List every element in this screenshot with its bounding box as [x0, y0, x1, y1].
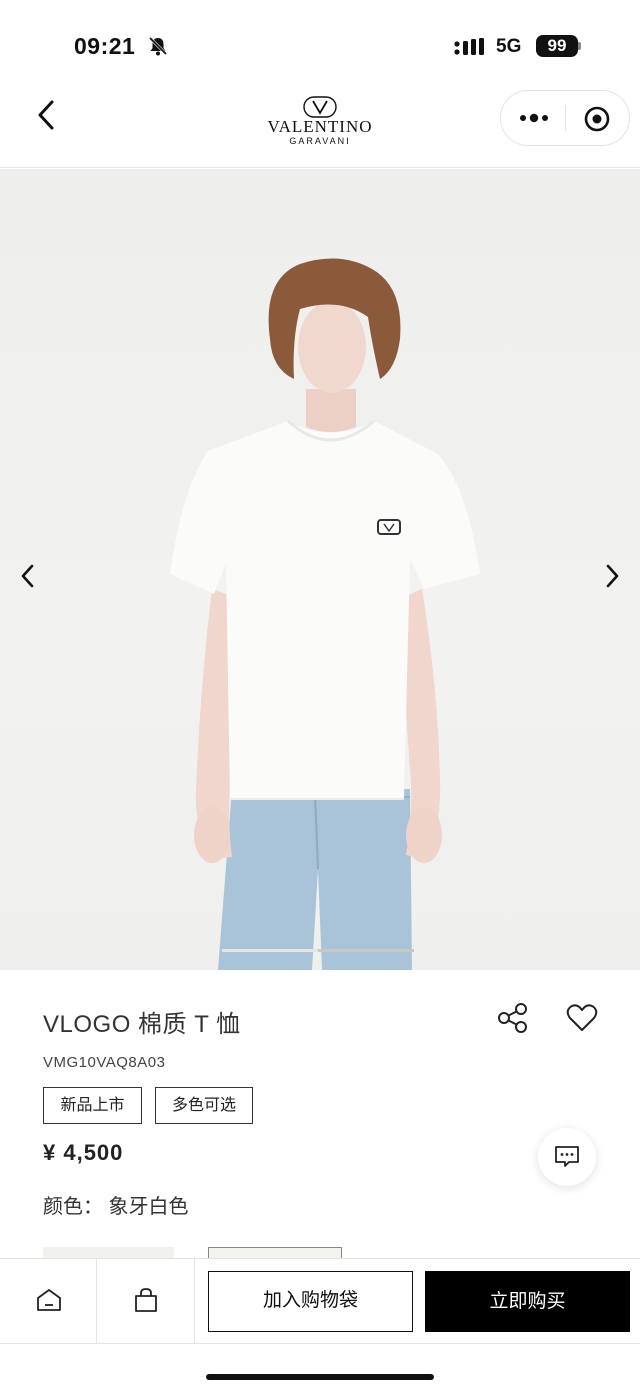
product-image-gallery[interactable] [0, 169, 640, 970]
chat-button[interactable] [538, 1128, 596, 1186]
brand-name: VALENTINO [267, 117, 373, 136]
buy-now-button[interactable]: 立即购买 [425, 1271, 630, 1332]
gallery-progress-fill [222, 949, 318, 952]
network-type: 5G [496, 36, 522, 57]
gallery-progress-track [222, 949, 414, 952]
home-indicator [206, 1374, 434, 1380]
bag-button[interactable] [97, 1259, 195, 1343]
bag-icon [135, 1288, 157, 1312]
chat-icon [555, 1146, 579, 1167]
close-target-icon[interactable] [581, 103, 613, 135]
bottom-divider [0, 1343, 640, 1344]
add-to-bag-button[interactable]: 加入购物袋 [208, 1271, 413, 1332]
bell-muted-icon [148, 36, 168, 56]
nav-bar: VALENTINO GARAVANI [0, 86, 640, 168]
home-icon [37, 1289, 61, 1311]
product-price: ¥ 4,500 [43, 1140, 124, 1165]
miniprogram-capsule [500, 90, 630, 146]
brand-subtitle: GARAVANI [289, 136, 351, 146]
tag-multi-color: 多色可选 [155, 1087, 253, 1124]
more-icon[interactable] [517, 103, 551, 133]
heart-icon[interactable] [566, 1002, 598, 1034]
chevron-right-icon[interactable] [600, 561, 624, 591]
brand-logo: VALENTINO GARAVANI [250, 96, 390, 156]
battery-level: 99 [536, 35, 578, 57]
tag-new-arrival: 新品上市 [43, 1087, 142, 1124]
bottom-action-bar: 加入购物袋 立即购买 [0, 1258, 640, 1391]
back-icon[interactable] [30, 98, 64, 132]
signal-icon [454, 38, 484, 55]
home-button[interactable] [0, 1259, 97, 1343]
capsule-divider [565, 105, 566, 131]
status-time: 09:21 [74, 33, 136, 59]
product-photo [170, 258, 480, 970]
v-logo-icon [303, 96, 337, 118]
chevron-left-icon[interactable] [16, 561, 40, 591]
product-sku: VMG10VAQ8A03 [43, 1054, 166, 1071]
status-bar: 09:21 5G 99 [0, 0, 640, 86]
product-title: VLOGO 棉质 T 恤 [43, 1011, 241, 1038]
share-icon[interactable] [496, 1002, 530, 1034]
product-info: VLOGO 棉质 T 恤 VMG10VAQ8A03 新品上市 多色可选 ¥ 4,… [0, 970, 640, 1260]
color-label: 颜色： 象牙白色 [43, 1196, 189, 1218]
battery-tip [578, 42, 581, 50]
